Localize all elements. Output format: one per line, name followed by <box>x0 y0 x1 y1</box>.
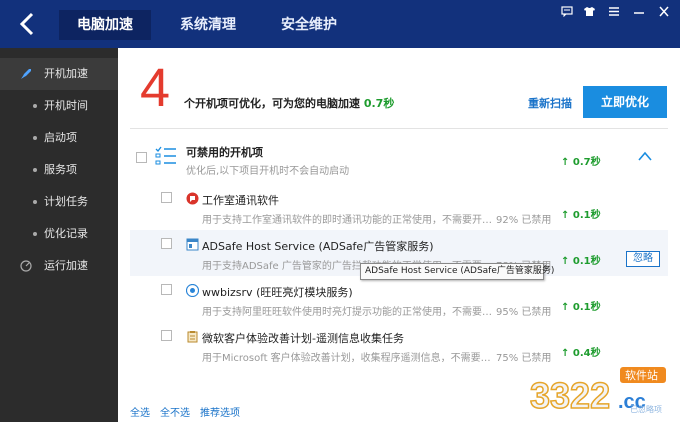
sidebar-item-label: 计划任务 <box>44 195 88 208</box>
tab-system-clean[interactable]: 系统清理 <box>165 10 251 40</box>
tab-security[interactable]: 安全维护 <box>266 10 352 40</box>
sidebar-item-startup[interactable]: 启动项 <box>0 122 118 154</box>
svg-text:3322: 3322 <box>530 375 610 416</box>
minimize-icon[interactable] <box>631 6 647 20</box>
sidebar-item-boot-time[interactable]: 开机时间 <box>0 90 118 122</box>
summary-time: 0.7秒 <box>363 97 395 110</box>
ignore-button[interactable]: 忽略 <box>626 251 660 267</box>
sidebar-item-label: 运行加速 <box>44 259 88 272</box>
item-disabled-percent: 95% 已禁用 <box>496 307 552 318</box>
chevron-up-icon[interactable] <box>637 150 653 162</box>
sidebar-item-label: 服务项 <box>44 163 77 176</box>
group-title: 可禁用的开机项 <box>186 146 263 159</box>
rocket-icon <box>21 69 31 79</box>
sidebar: 开机加速 开机时间 启动项 服务项 计划任务 优化记录 运行加速 <box>0 48 118 422</box>
item-name: wwbizsrv (旺旺亮灯模块服务) <box>202 286 353 299</box>
item-description: 用于Microsoft 客户体验改善计划，收集程序遥测信息，不需要… <box>202 353 491 364</box>
close-icon[interactable] <box>656 6 672 20</box>
group-time: ↑ 0.7秒 <box>561 157 601 168</box>
optimize-now-button[interactable]: 立即优化 <box>583 86 667 118</box>
list-item: wwbizsrv (旺旺亮灯模块服务) 用于支持阿里旺旺软件使用时亮灯提示功能的… <box>130 276 668 322</box>
back-arrow-icon <box>19 12 34 36</box>
bullet-icon <box>33 168 37 172</box>
sidebar-item-services[interactable]: 服务项 <box>0 154 118 186</box>
sidebar-item-label: 开机时间 <box>44 99 88 112</box>
summary-text: 个开机项可优化，可为您的电脑加速 0.7秒 <box>184 95 394 111</box>
item-checkbox[interactable] <box>161 284 172 295</box>
item-name: 工作室通讯软件 <box>202 194 279 207</box>
item-checkbox[interactable] <box>161 330 172 341</box>
watermark-extra: 已忽略项 <box>630 404 662 414</box>
bullet-icon <box>33 200 37 204</box>
site-watermark-logo: 3322 .cc 软件站 已忽略项 <box>530 367 666 416</box>
watermark-sub: 软件站 <box>625 368 658 382</box>
item-checkbox[interactable] <box>161 238 172 249</box>
item-disabled-percent: 75% 已禁用 <box>496 353 552 364</box>
item-time: ↑ 0.1秒 <box>561 256 601 267</box>
back-button[interactable] <box>14 10 42 38</box>
optimizable-count: 4 <box>140 58 171 118</box>
sidebar-item-optimize-log[interactable]: 优化记录 <box>0 218 118 250</box>
item-description: 用于支持阿里旺旺软件使用时亮灯提示功能的正常使用，不需要… <box>202 307 492 318</box>
skin-icon[interactable] <box>581 6 597 20</box>
item-time: ↑ 0.4秒 <box>561 348 601 359</box>
list-item: 微软客户体验改善计划-遥测信息收集任务 用于Microsoft 客户体验改善计划… <box>130 322 668 368</box>
item-checkbox[interactable] <box>161 192 172 203</box>
bullet-icon <box>33 104 37 108</box>
sidebar-item-label: 启动项 <box>44 131 77 144</box>
tab-pc-speedup[interactable]: 电脑加速 <box>59 10 151 40</box>
item-tooltip: ADSafe Host Service (ADSafe广告管家服务) <box>360 263 554 280</box>
summary-label: 个开机项可优化，可为您的电脑加速 <box>184 97 360 110</box>
bullet-icon <box>33 136 37 140</box>
rescan-link[interactable]: 重新扫描 <box>528 95 572 111</box>
sidebar-item-label: 开机加速 <box>44 67 88 80</box>
gauge-icon <box>20 260 32 272</box>
list-item: 工作室通讯软件 用于支持工作室通讯软件的即时通讯功能的正常使用，不需要开… 92… <box>130 184 668 230</box>
item-time: ↑ 0.1秒 <box>561 302 601 313</box>
item-name: 微软客户体验改善计划-遥测信息收集任务 <box>202 332 404 345</box>
item-name: ADSafe Host Service (ADSafe广告管家服务) <box>202 240 434 253</box>
clipboard-task-icon <box>187 331 198 343</box>
top-bar: 电脑加速 系统清理 安全维护 <box>0 0 680 48</box>
bullet-icon <box>33 232 37 236</box>
item-description: 用于支持工作室通讯软件的即时通讯功能的正常使用，不需要开… <box>202 215 492 226</box>
item-time: ↑ 0.1秒 <box>561 210 601 221</box>
feedback-icon[interactable] <box>559 6 575 20</box>
group-description: 优化后,以下项目开机时不会自动启动 <box>186 166 350 177</box>
menu-icon[interactable] <box>606 6 622 20</box>
window-service-icon <box>186 238 199 251</box>
sidebar-item-runtime-speedup[interactable]: 运行加速 <box>0 250 118 282</box>
sidebar-item-scheduled-tasks[interactable]: 计划任务 <box>0 186 118 218</box>
group-checkbox[interactable] <box>136 152 147 163</box>
sidebar-item-label: 优化记录 <box>44 227 88 240</box>
studio-chat-icon <box>186 192 199 205</box>
checklist-icon <box>155 146 176 165</box>
select-all-link[interactable]: 全选 <box>130 404 150 419</box>
recommended-link[interactable]: 推荐选项 <box>200 404 240 419</box>
sidebar-item-boot-speedup[interactable]: 开机加速 <box>0 58 118 90</box>
item-disabled-percent: 92% 已禁用 <box>496 215 552 226</box>
wangwang-icon <box>186 284 199 297</box>
select-none-link[interactable]: 全不选 <box>160 404 190 419</box>
